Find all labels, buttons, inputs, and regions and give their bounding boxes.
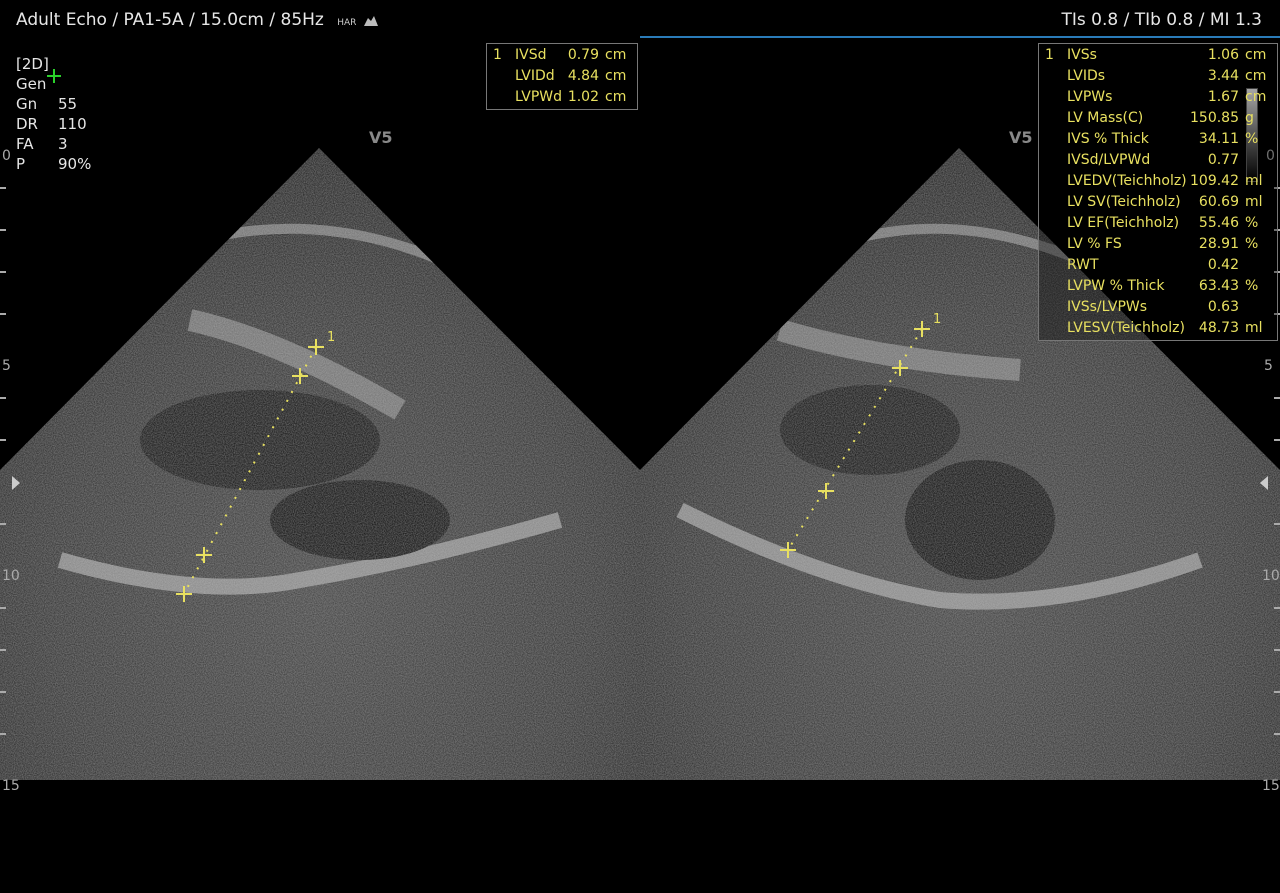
- measurement-row: LVEDV(Teichholz) 109.42 ml: [1067, 173, 1263, 189]
- measurement-row: IVSs/LVPWs 0.63: [1067, 299, 1239, 315]
- measurement-row: 1 IVSs 1.06 cm: [1045, 47, 1267, 63]
- right-depth-label: 10: [1262, 568, 1280, 584]
- measurement-row: LVIDs 3.44 cm: [1067, 68, 1267, 84]
- measurement-row: LV SV(Teichholz) 60.69 ml: [1067, 194, 1263, 210]
- measurement-row: LV EF(Teichholz) 55.46%: [1067, 215, 1259, 231]
- measurement-row: 1 IVSd 0.79 cm: [493, 47, 627, 63]
- left-depth-label: 10: [2, 568, 20, 584]
- measurement-row: LVIDd 4.84 cm: [515, 68, 627, 84]
- right-depth-label: 5: [1264, 358, 1273, 374]
- measurement-row: LVPWs 1.67 cm: [1067, 89, 1267, 105]
- left-depth-label: 15: [2, 778, 20, 794]
- left-probe-label: V5: [369, 128, 393, 147]
- right-measurement-panel[interactable]: 1 IVSs 1.06 cm LVIDs 3.44 cm LVPWs 1.67 cm LV M…: [1038, 43, 1278, 341]
- measurement-row: RWT 0.42: [1067, 257, 1239, 273]
- left-caliper-label: 1: [327, 330, 336, 345]
- left-echo-image[interactable]: [0, 140, 640, 790]
- measurement-row: IVSd/LVPWd 0.77: [1067, 152, 1239, 168]
- measurement-row: LVPWd 1.02 cm: [515, 89, 627, 105]
- measurement-row: LVESV(Teichholz) 48.73 ml: [1067, 320, 1263, 336]
- right-probe-label: V5: [1009, 128, 1033, 147]
- measurement-row: LV % FS 28.91%: [1067, 236, 1259, 252]
- measurement-row: IVS % Thick 34.11%: [1067, 131, 1259, 147]
- right-depth-label: 15: [1262, 778, 1280, 794]
- right-caliper-label: 1: [933, 312, 942, 327]
- left-depth-label: 5: [2, 358, 11, 374]
- left-measurement-panel[interactable]: 1 IVSd 0.79 cm LVIDd 4.84 cm LVPWd 1.02 cm: [486, 43, 638, 110]
- measurement-row: LVPW % Thick 63.43%: [1067, 278, 1259, 294]
- measurement-row: LV Mass(C) 150.85 g: [1067, 110, 1254, 126]
- left-depth-label: 0: [2, 148, 11, 164]
